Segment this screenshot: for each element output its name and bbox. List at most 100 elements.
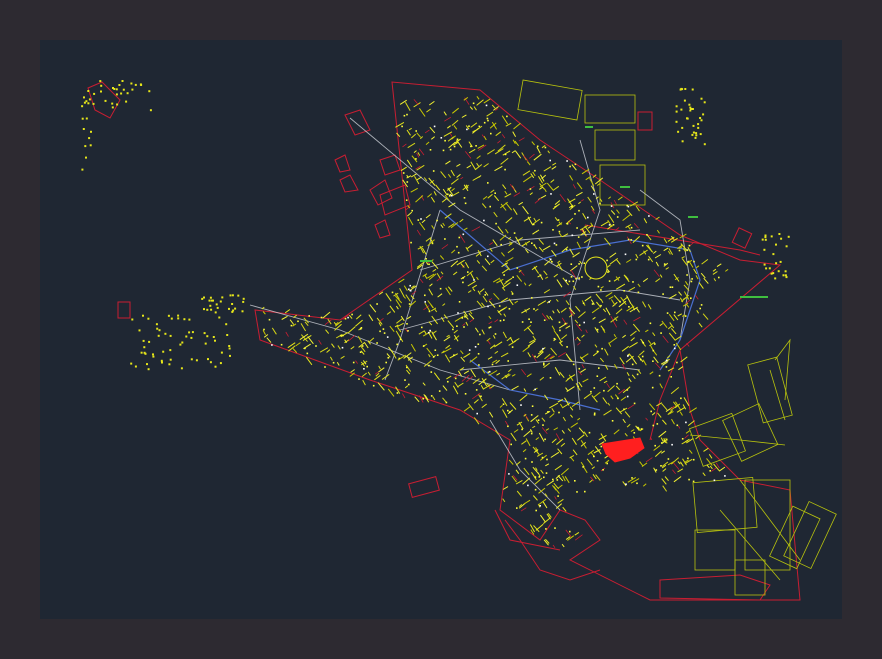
lot-line [446,334,450,338]
lot-line [490,259,495,264]
lot-line [385,293,392,302]
lot-marker [344,317,347,320]
lot-marker [407,330,409,332]
outlying-lot [203,296,205,299]
lot-marker [430,395,433,397]
lot-line [451,188,455,192]
lot-marker [511,346,514,348]
lot-marker [504,168,506,171]
lot-line [635,307,640,313]
outlying-lot [697,123,700,126]
lot-marker [424,294,426,297]
lot-line [559,371,565,379]
lot-line [504,420,509,426]
lot-line [513,429,519,433]
lot-line [499,404,503,408]
lot-line [460,350,464,355]
lot-line [609,337,618,344]
lot-marker [587,216,589,219]
outlying-lot [142,339,145,342]
lot-line [543,270,548,276]
lot-marker [637,291,640,294]
outlying-lot [131,318,134,321]
lot-line [626,295,632,305]
lot-line [673,314,679,321]
lot-line [544,188,547,193]
lot-line [493,292,500,300]
lot-marker [456,325,458,327]
lot-line [678,366,684,371]
lot-line [677,461,681,465]
lot-marker [424,301,426,303]
lot-line [712,268,717,272]
lot-line [576,336,581,342]
lot-line [415,195,424,203]
outlying-lot [691,108,694,110]
lot-marker [572,363,575,366]
lot-marker [507,409,509,412]
stream [439,209,701,371]
outlying-lot [225,323,228,326]
lot-line [552,185,560,191]
lot-marker [591,303,594,305]
lot-line [555,433,561,441]
lot-marker [624,253,627,256]
lot-marker [462,277,464,279]
lot-line [626,372,630,377]
outlying-lot [164,332,167,335]
outlying-lot [84,145,87,148]
outlying-lot [147,317,150,320]
lot-line [430,136,436,140]
lot-marker [642,342,644,344]
lot-marker [652,424,655,427]
lot-line [578,427,585,434]
outlying-lot [761,238,764,241]
lot-marker [626,395,629,398]
lot-line [701,258,709,265]
lot-marker [539,505,541,507]
lot-line [613,334,617,338]
lot-line [629,330,637,337]
lot-line [336,361,340,366]
lot-marker [607,271,609,273]
lot-line [410,343,416,352]
lot-line [522,170,531,176]
lot-line [262,330,266,335]
lot-line [632,323,640,332]
lot-line [445,160,451,165]
lot-line [651,412,656,416]
lot-marker [529,188,532,190]
lot-marker [477,353,480,355]
lot-marker [464,202,467,205]
lot-line [442,303,446,306]
model-space-canvas[interactable] [40,40,842,619]
lot-line [562,416,567,422]
lot-marker [432,170,435,172]
lot-line [627,226,631,230]
lot-marker [709,470,711,472]
lot-line [487,356,493,360]
outlying-lot [125,100,128,103]
lot-marker [577,385,579,388]
outlying-lot [90,130,92,133]
lot-line [583,392,592,400]
outlying-lot [157,334,160,337]
lot-line [561,429,565,434]
lot-line [630,337,635,342]
lot-marker [507,360,509,362]
lot-line [300,323,307,332]
outlying-lot [774,277,777,280]
lot-line [671,328,677,335]
lot-line [523,175,532,183]
lot-marker [408,383,410,386]
lot-line [553,273,559,278]
outlying-lot [169,349,172,352]
outlying-lot [219,300,222,303]
lot-marker [542,347,544,350]
lot-marker [382,328,385,330]
lot-line [424,129,430,134]
lot-marker [411,209,413,212]
lot-line [608,296,614,300]
lot-line [615,308,623,315]
lot-line [658,430,667,438]
